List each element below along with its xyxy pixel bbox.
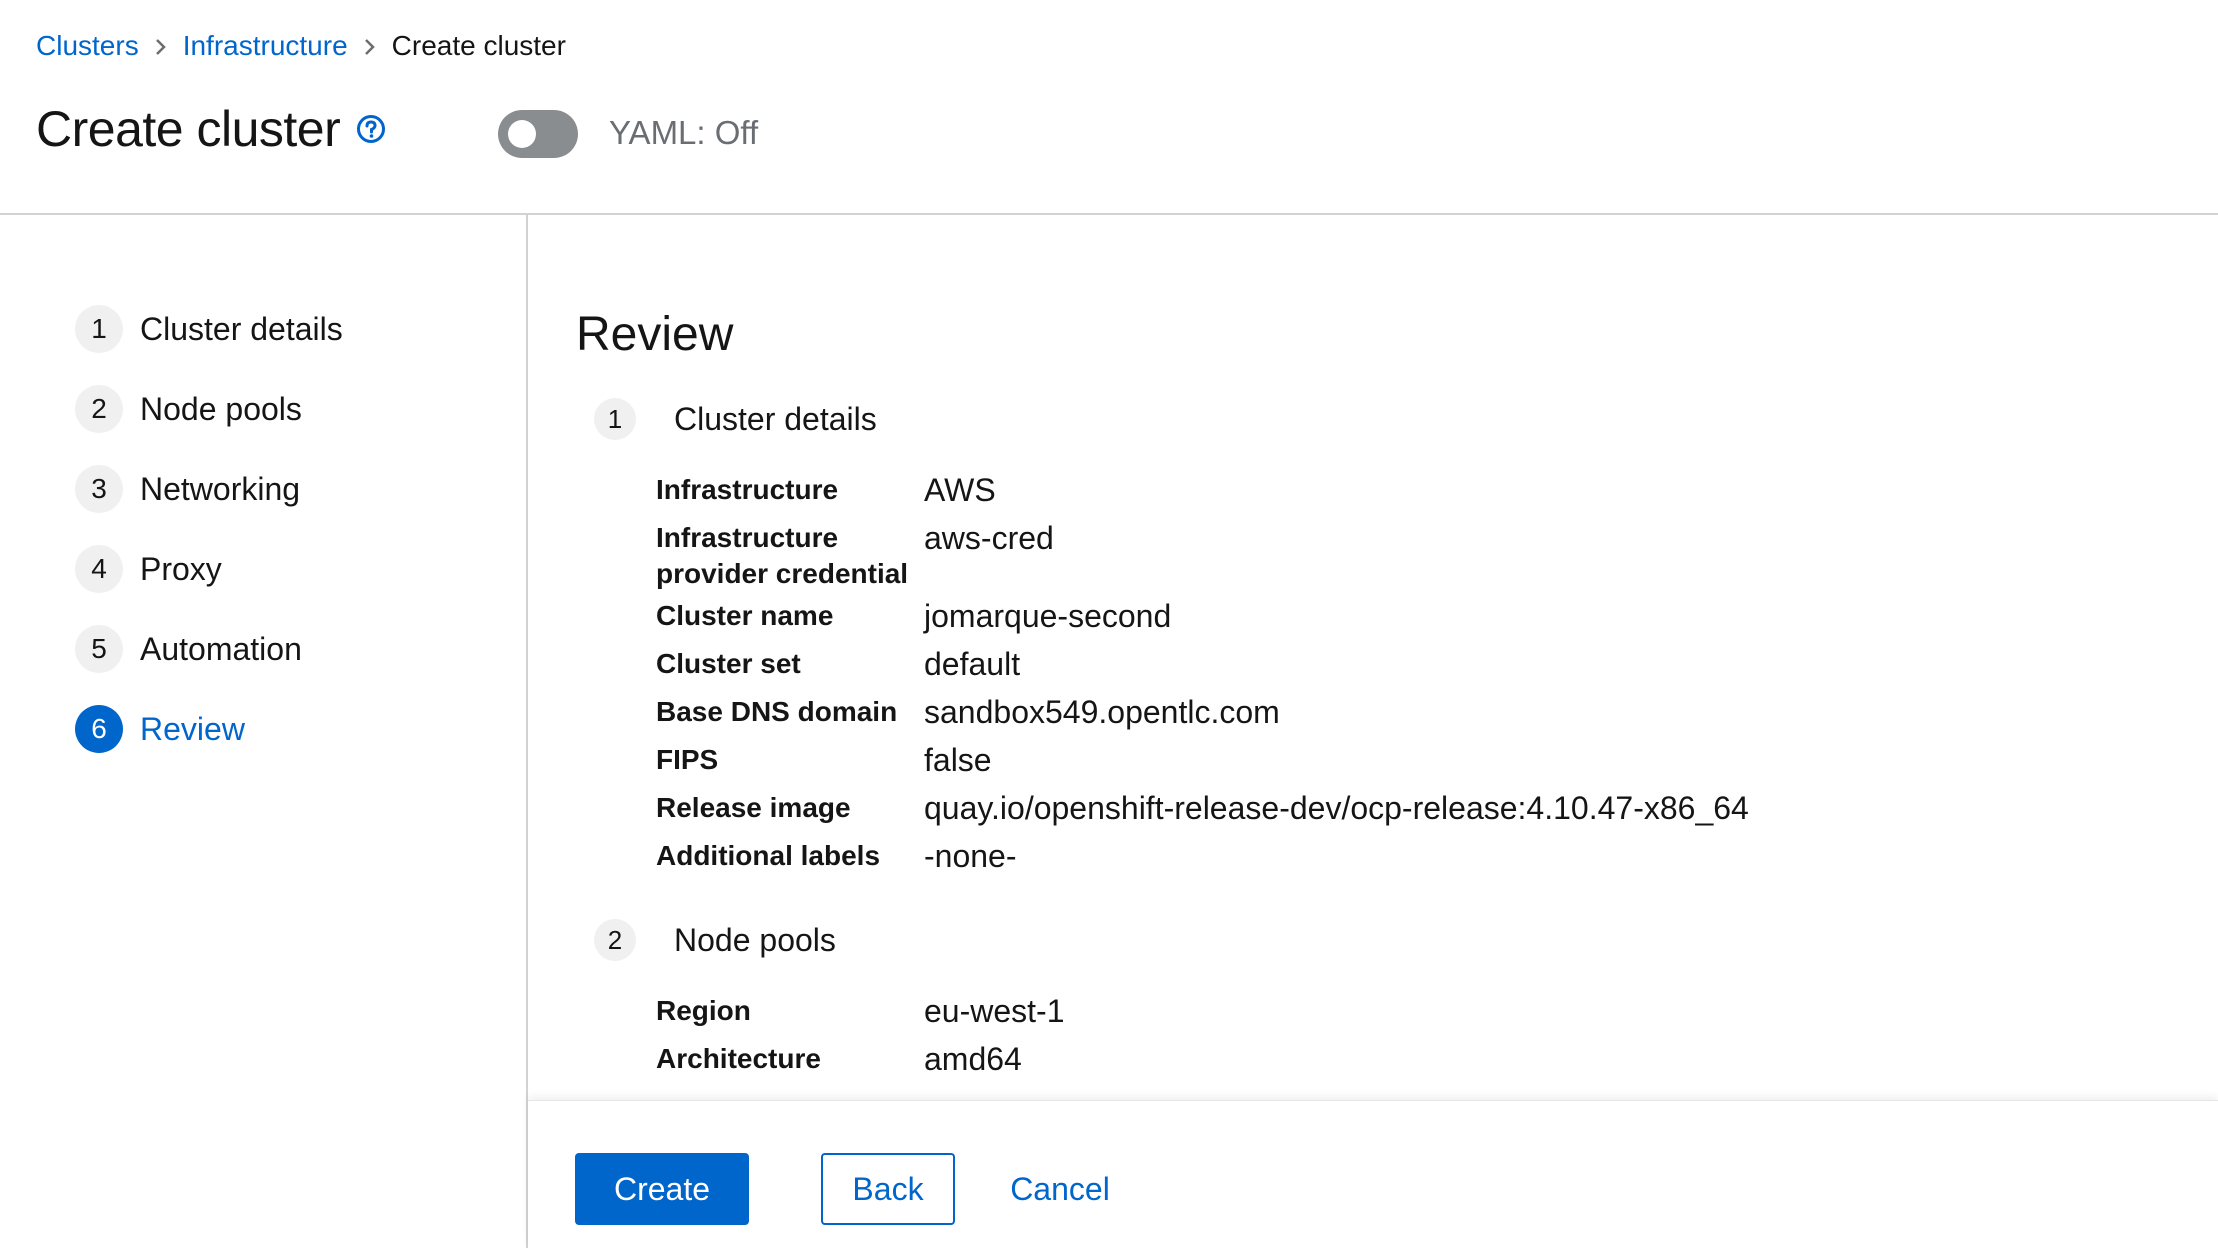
section-number: 1 xyxy=(594,398,636,440)
row-term: Infrastructure xyxy=(656,474,839,505)
yaml-toggle[interactable] xyxy=(498,110,578,158)
row-term: Release image xyxy=(656,792,851,823)
row-term: Infrastructure provider credential xyxy=(656,520,924,592)
wizard: 1 Cluster details 2 Node pools 3 Network… xyxy=(0,215,2218,1249)
toggle-knob xyxy=(508,120,536,148)
row-value: amd64 xyxy=(924,1041,1022,1077)
breadcrumb-current: Create cluster xyxy=(391,30,566,61)
step-number: 6 xyxy=(75,705,123,753)
review-row-cluster-set: Cluster set default xyxy=(656,646,1020,682)
page-title: Create cluster xyxy=(36,101,341,157)
step-label: Automation xyxy=(140,630,302,667)
review-title: Review xyxy=(576,308,734,361)
row-value: -none- xyxy=(924,838,1017,874)
step-label: Cluster details xyxy=(140,310,343,347)
step-number: 1 xyxy=(75,305,123,353)
step-number: 4 xyxy=(75,545,123,593)
row-term-line: Infrastructure xyxy=(656,522,839,553)
review-row-architecture: Architecture amd64 xyxy=(656,1041,1022,1077)
chevron-right-icon xyxy=(348,32,392,60)
row-term-line: provider credential xyxy=(656,558,909,589)
yaml-toggle-label: YAML: Off xyxy=(609,114,759,151)
help-icon[interactable] xyxy=(356,114,386,144)
wizard-step-review[interactable]: 6 Review xyxy=(75,705,245,753)
breadcrumb: Clusters Infrastructure Create cluster xyxy=(36,30,566,62)
review-row-base-dns: Base DNS domain sandbox549.opentlc.com xyxy=(656,694,1280,730)
row-term: FIPS xyxy=(656,744,719,775)
review-row-credential: Infrastructure provider credential aws-c… xyxy=(656,520,1054,592)
step-label: Networking xyxy=(140,470,301,507)
review-row-additional-labels: Additional labels -none- xyxy=(656,838,1017,874)
row-value: AWS xyxy=(924,472,996,508)
row-term: Base DNS domain xyxy=(656,696,898,727)
back-button[interactable]: Back xyxy=(821,1153,955,1225)
row-term: Region xyxy=(656,995,751,1026)
row-value: false xyxy=(924,742,992,778)
wizard-step-networking[interactable]: 3 Networking xyxy=(75,465,300,513)
section-label: Node pools xyxy=(674,921,836,958)
chevron-right-icon xyxy=(139,32,183,60)
page-header: Clusters Infrastructure Create cluster C… xyxy=(0,0,2218,215)
create-button[interactable]: Create xyxy=(575,1153,749,1225)
step-number: 2 xyxy=(75,385,123,433)
review-section-cluster-details: 1 Cluster details xyxy=(594,398,877,440)
row-value: aws-cred xyxy=(924,520,1054,556)
step-label: Node pools xyxy=(140,390,302,427)
review-row-release-image: Release image quay.io/openshift-release-… xyxy=(656,790,1749,826)
row-term: Additional labels xyxy=(656,840,881,871)
review-section-node-pools: 2 Node pools xyxy=(594,919,836,961)
breadcrumb-clusters-link[interactable]: Clusters xyxy=(36,30,139,62)
row-value: sandbox549.opentlc.com xyxy=(924,694,1280,730)
wizard-footer: Create Back Cancel xyxy=(528,1100,2218,1249)
step-label: Review xyxy=(140,710,245,747)
row-value: default xyxy=(924,646,1021,682)
review-row-cluster-name: Cluster name jomarque-second xyxy=(656,598,1171,634)
review-content[interactable]: Review 1 Cluster details Infrastructure … xyxy=(528,215,2218,1100)
wizard-nav: 1 Cluster details 2 Node pools 3 Network… xyxy=(0,215,528,1248)
wizard-step-automation[interactable]: 5 Automation xyxy=(75,625,302,673)
review-row-fips: FIPS false xyxy=(656,742,992,778)
step-number: 3 xyxy=(75,465,123,513)
section-label: Cluster details xyxy=(674,400,877,437)
row-term: Cluster set xyxy=(656,648,801,679)
title-row: Create cluster xyxy=(36,100,386,158)
review-row-infrastructure: Infrastructure AWS xyxy=(656,472,996,508)
review-row-region: Region eu-west-1 xyxy=(656,993,1065,1029)
row-value: eu-west-1 xyxy=(924,993,1065,1029)
step-label: Proxy xyxy=(140,550,222,587)
section-number: 2 xyxy=(594,919,636,961)
step-number: 5 xyxy=(75,625,123,673)
wizard-step-cluster-details[interactable]: 1 Cluster details xyxy=(75,305,343,353)
row-value: quay.io/openshift-release-dev/ocp-releas… xyxy=(924,790,1749,826)
row-term: Architecture xyxy=(656,1043,821,1074)
row-term: Cluster name xyxy=(656,600,834,631)
breadcrumb-infrastructure-link[interactable]: Infrastructure xyxy=(183,30,348,62)
cancel-button[interactable]: Cancel xyxy=(998,1153,1122,1225)
row-value: jomarque-second xyxy=(924,598,1172,634)
wizard-step-proxy[interactable]: 4 Proxy xyxy=(75,545,222,593)
wizard-step-node-pools[interactable]: 2 Node pools xyxy=(75,385,302,433)
